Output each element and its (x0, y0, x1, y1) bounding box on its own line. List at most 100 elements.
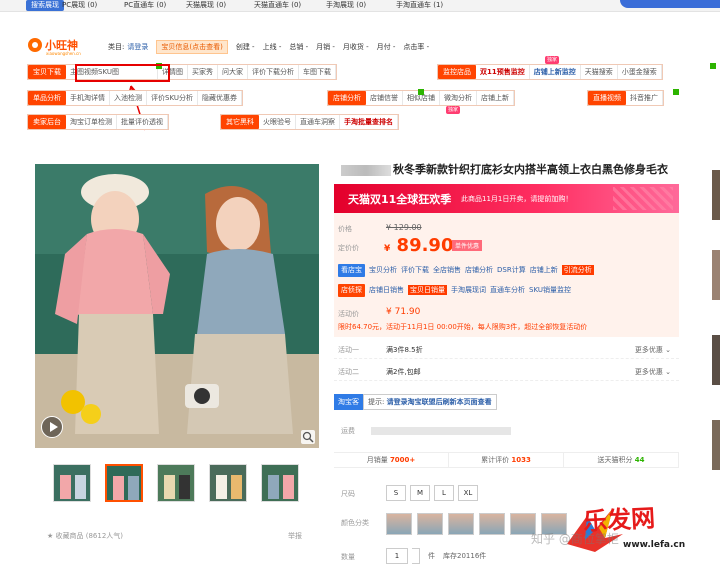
main-product-image[interactable] (35, 164, 319, 448)
buyer-show-button[interactable]: 买家秀 (188, 65, 218, 79)
ztc-insight-button[interactable]: 直通车洞察 (296, 115, 340, 129)
taobaoke-login-link[interactable]: 请登录淘宝联盟后刷新本页面查看 (387, 398, 492, 406)
shop-new-monitor-button[interactable]: 店铺上新监控 (529, 65, 581, 79)
item-analysis-link[interactable]: 宝贝分析 (369, 265, 397, 275)
plugin-logo[interactable]: 小旺神 xiaowangshen.cn (28, 37, 81, 56)
thumbnail[interactable] (261, 464, 299, 502)
size-label: 尺码 (341, 490, 355, 498)
other-tools-button[interactable]: 其它黑科 (221, 115, 259, 129)
chevron-down-icon: ⌄ (665, 368, 671, 376)
field-monthly-paid: 月付 - (376, 42, 396, 51)
weitao-analysis-button[interactable]: 微淘分析 (440, 91, 477, 105)
stat-pc-exposure[interactable]: PC展现 (0) (62, 0, 97, 11)
mobile-detail-button[interactable]: 手机淘详情 (66, 91, 110, 105)
thumbnail[interactable] (157, 464, 195, 502)
seller-backend-bar: 卖家后台 淘宝订单检测 批量评价透视 (27, 114, 169, 130)
taobaoke-tag[interactable]: 淘宝客 (334, 394, 363, 410)
shop-daily-sales-link[interactable]: 店铺日销售 (369, 285, 404, 295)
shop-credit-button[interactable]: 店铺信誉 (366, 91, 403, 105)
item-analysis-button[interactable]: 单品分析 (28, 91, 66, 105)
diantanzhen-tag[interactable]: 店侦探 (338, 283, 365, 297)
promo-title: 天猫双11全球狂欢季 (348, 193, 452, 206)
stat-tmall-exposure[interactable]: 天猫展现 (0) (186, 0, 226, 11)
color-option[interactable] (479, 513, 505, 535)
size-options: S M L XL (386, 485, 482, 501)
pool-check-button[interactable]: 入池检测 (110, 91, 147, 105)
thumbnail[interactable] (209, 464, 247, 502)
item-daily-sales-link[interactable]: 宝贝日销量 (408, 285, 447, 295)
ask-everyone-button[interactable]: 问大家 (218, 65, 248, 79)
stat-value: 1033 (511, 456, 531, 464)
shop-analysis-link[interactable]: 店铺分析 (465, 265, 493, 275)
quantity-arrows[interactable] (412, 548, 420, 564)
double11-banner[interactable]: 天猫双11全球狂欢季 此商品11月1日开卖，请提前加购！ (334, 184, 679, 213)
price-label: 价格 (338, 225, 352, 233)
mobile-keywords-link[interactable]: 手淘展现词 (451, 285, 486, 295)
batch-review-button[interactable]: 批量评价透视 (117, 115, 168, 129)
color-option[interactable] (448, 513, 474, 535)
item-download-button[interactable]: 宝贝下载 (28, 65, 66, 79)
review-sku-button[interactable]: 评价SKU分析 (147, 91, 198, 105)
hidden-coupon-button[interactable]: 隐藏优惠券 (197, 91, 242, 105)
quantity-input[interactable]: 1 (386, 548, 408, 564)
shop-sales-link[interactable]: 全店销售 (433, 265, 461, 275)
stat-mobile-ztc[interactable]: 手淘直通车 (1) (396, 0, 443, 11)
login-link[interactable]: 请登录 (127, 42, 148, 52)
thumbnail-strip (53, 464, 313, 502)
stat-mobile-exposure[interactable]: 手淘展现 (0) (326, 0, 366, 11)
report-link[interactable]: 举报 (288, 531, 302, 541)
size-option[interactable]: M (410, 485, 430, 501)
account-check-button[interactable]: 火眼验号 (259, 115, 296, 129)
review-download-link[interactable]: 评价下载 (401, 265, 429, 275)
product-photo (35, 164, 319, 448)
kandianbao-tag[interactable]: 看店宝 (338, 263, 365, 277)
double11-monitor-button[interactable]: 双11预售监控 (476, 65, 530, 79)
batch-rank-button[interactable]: 手淘批量查排名 (340, 115, 398, 129)
douyin-promo-button[interactable]: 抖音推广 (626, 91, 663, 105)
live-video-button[interactable]: 直播视频 (588, 91, 626, 105)
seller-backend-button[interactable]: 卖家后台 (28, 115, 66, 129)
dsr-calc-link[interactable]: DSR计算 (497, 265, 526, 275)
stat-tmall-ztc[interactable]: 天猫直通车 (0) (254, 0, 301, 11)
size-option[interactable]: XL (458, 485, 478, 501)
watermark: 知乎 @商位掌柜 乐发网 www.lefa.cn (525, 500, 715, 560)
size-option[interactable]: S (386, 485, 406, 501)
download-bar: 宝贝下载 主图视频SKU图 详情图 买家秀 问大家 评价下载分析 车图下载 (27, 64, 337, 80)
tmall-search-button[interactable]: 天猫搜索 (580, 65, 618, 79)
logo-subtext: xiaowangshen.cn (46, 51, 81, 56)
favorite-text: 收藏商品 (8612人气) (55, 532, 124, 540)
color-option[interactable] (386, 513, 412, 535)
play-video-icon[interactable] (41, 416, 63, 438)
car-image-button[interactable]: 车图下载 (299, 65, 336, 79)
traffic-analysis-link[interactable]: 引流分析 (561, 265, 594, 275)
stat-pc-ztc[interactable]: PC直通车 (0) (124, 0, 166, 11)
chevron-down-icon: ⌄ (665, 346, 671, 354)
deal-price-label: 定价价 (338, 244, 359, 252)
activity-price: ¥ 71.90 (386, 307, 421, 317)
order-check-button[interactable]: 淘宝订单检测 (66, 115, 117, 129)
shop-new-button[interactable]: 店铺上新 (477, 91, 514, 105)
taobaoke-prefix: 提示: (368, 398, 385, 406)
size-option[interactable]: L (434, 485, 454, 501)
stat-label: 月销量 (366, 456, 388, 464)
thumbnail-selected[interactable] (105, 464, 143, 502)
item-info-button[interactable]: 宝贝信息(点击查看) (156, 39, 228, 54)
reviews-stat[interactable]: 累计评价 1033 (449, 453, 564, 467)
more-offers-link[interactable]: 更多优惠 ⌄ (635, 345, 671, 355)
zoom-icon[interactable] (301, 430, 315, 444)
ztc-analysis-link[interactable]: 直通车分析 (490, 285, 525, 295)
favorite-link[interactable]: ★ 收藏商品 (8612人气) (47, 531, 123, 541)
stock-text: 库存20116件 (443, 552, 487, 560)
color-option[interactable] (417, 513, 443, 535)
monitor-button[interactable]: 监控店品 (438, 65, 476, 79)
search-exposure-tag: 搜索展现 (26, 0, 64, 11)
new-flag-icon (710, 63, 716, 69)
more-offers-link[interactable]: 更多优惠 ⌄ (635, 367, 671, 377)
shop-new-link[interactable]: 店铺上新 (530, 265, 558, 275)
shop-analysis-button[interactable]: 店铺分析 (328, 91, 366, 105)
xiaodan-search-button[interactable]: 小蛋金搜索 (617, 65, 662, 79)
monitor-bar: 监控店品 双11预售监控 店铺上新监控 天猫搜索 小蛋金搜索 (437, 64, 663, 80)
thumbnail[interactable] (53, 464, 91, 502)
review-download-button[interactable]: 评价下载分析 (248, 65, 299, 79)
sku-monitor-link[interactable]: SKU销量监控 (529, 285, 571, 295)
